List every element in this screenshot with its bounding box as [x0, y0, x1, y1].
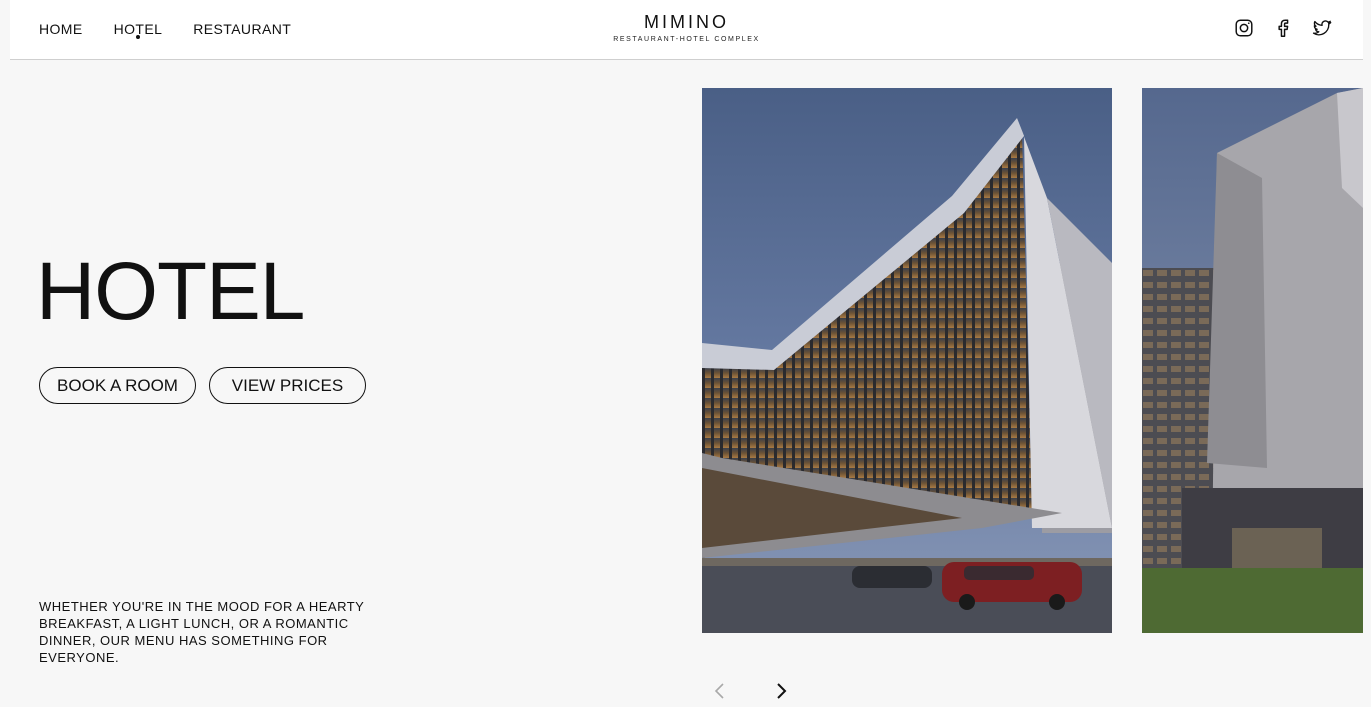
chevron-right-icon [777, 683, 787, 699]
gallery-image-hotel-facade[interactable] [702, 88, 1112, 633]
carousel-next-button[interactable] [772, 681, 792, 701]
logo-title: MIMINO [644, 12, 729, 32]
logo-subtitle: RESTAURANT-HOTEL COMPLEX [613, 36, 760, 43]
chevron-left-icon [714, 683, 724, 699]
carousel-prev-button[interactable] [710, 681, 730, 701]
page-title: HOTEL [36, 246, 305, 337]
book-room-button[interactable]: BOOK A ROOM [39, 367, 196, 404]
twitter-icon[interactable] [1311, 17, 1333, 39]
logo[interactable]: MIMINO RESTAURANT-HOTEL COMPLEX [10, 12, 1363, 43]
hero-description: WHETHER YOU'RE IN THE MOOD FOR A HEARTY … [39, 599, 365, 665]
social-links [1216, 17, 1333, 39]
gallery-image-hotel-tower[interactable] [1142, 88, 1363, 633]
instagram-icon[interactable] [1233, 17, 1255, 39]
site-header: HOME HOTEL RESTAURANT MIMINO RESTAURANT-… [10, 0, 1363, 60]
facebook-icon[interactable] [1272, 17, 1294, 39]
view-prices-button[interactable]: VIEW PRICES [209, 367, 366, 404]
